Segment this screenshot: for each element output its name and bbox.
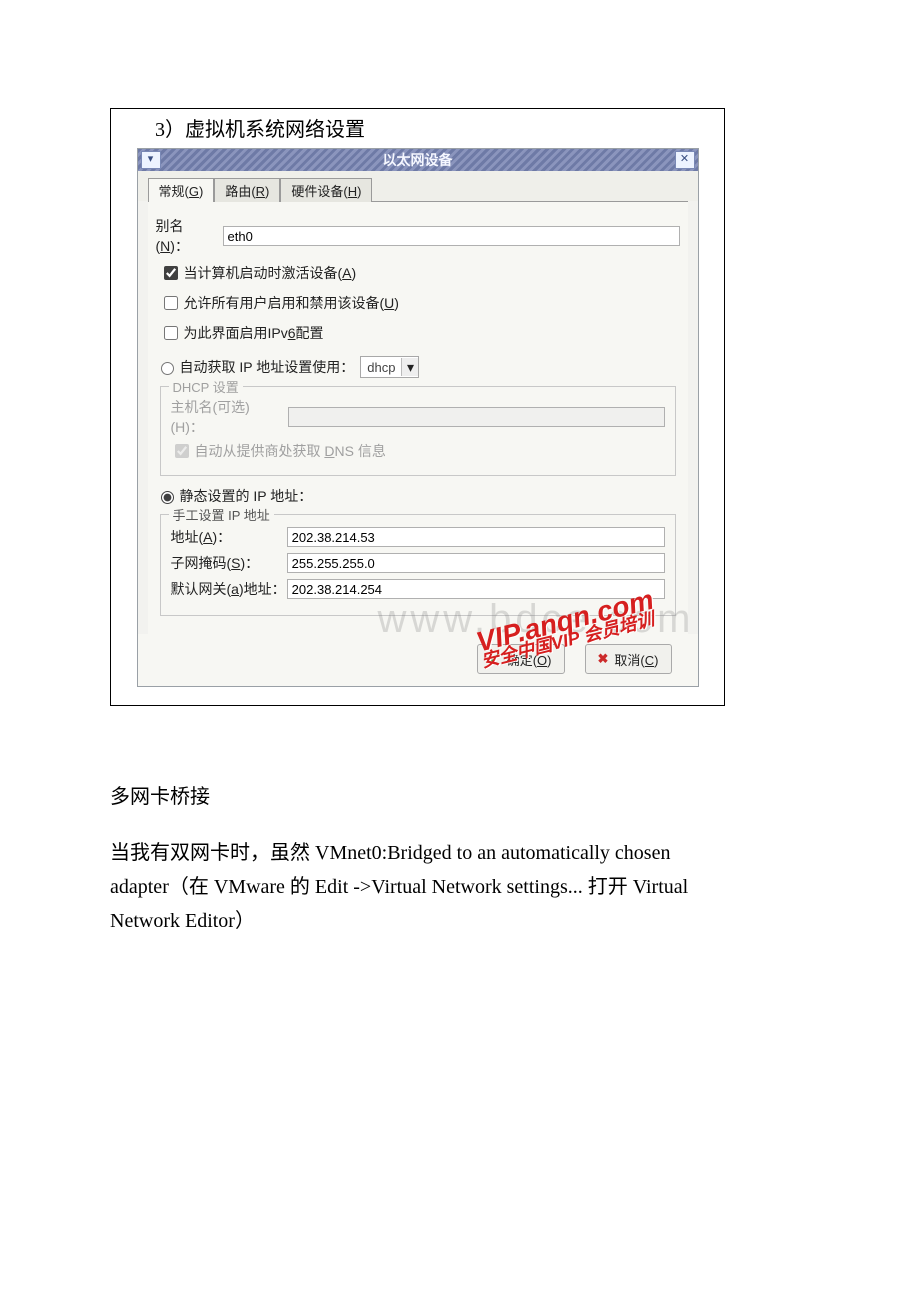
tab-label: 路由(R): [225, 184, 269, 199]
static-ip-label: 静态设置的 IP 地址：: [180, 486, 313, 506]
manual-ip-fieldset: 手工设置 IP 地址 地址(A)： 子网掩码(S)： 默认网关(a)地址：: [160, 514, 676, 616]
activate-on-boot-checkbox[interactable]: [164, 266, 178, 280]
close-button[interactable]: ✕: [675, 151, 695, 169]
tab-panel-general: 别名(N)： 当计算机启动时激活设备(A) 允许所有用户启用和禁用该设备(U) …: [148, 201, 688, 634]
dhcp-legend: DHCP 设置: [169, 377, 243, 396]
auto-dns-label: 自动从提供商处获取 DNS 信息: [195, 441, 386, 461]
tabs-bar: 常规(G) 路由(R) 硬件设备(H): [138, 171, 698, 201]
netmask-input[interactable]: [287, 553, 665, 573]
check-icon: ✔: [490, 651, 501, 667]
ok-label: 确定(O): [507, 650, 552, 669]
enable-ipv6-label: 为此界面启用IPv6配置: [184, 323, 324, 343]
chevron-down-icon: ▾: [148, 153, 154, 165]
dialog-titlebar: ▾ 以太网设备 ✕: [138, 149, 698, 171]
auto-ip-radio[interactable]: [161, 362, 174, 375]
cancel-label: 取消(C): [614, 650, 658, 669]
window-menu-button[interactable]: ▾: [141, 151, 161, 169]
auto-ip-select-value: dhcp: [361, 360, 401, 375]
dialog-buttons: ✔ 确定(O) ✖ 取消(C): [138, 634, 698, 686]
dhcp-fieldset: DHCP 设置 主机名(可选)(H)： 自动从提供商处获取 DNS 信息: [160, 386, 676, 476]
hostname-label: 主机名(可选)(H)：: [171, 397, 283, 437]
section-heading: 3）虚拟机系统网络设置: [155, 113, 724, 142]
document-region: 3）虚拟机系统网络设置 ▾ 以太网设备 ✕ 常规(G) 路由(R): [110, 108, 725, 706]
auto-ip-select[interactable]: dhcp ▾: [360, 356, 419, 378]
dialog-title: 以太网设备: [383, 150, 453, 170]
cancel-icon: ✖: [598, 651, 609, 667]
allow-all-users-checkbox[interactable]: [164, 296, 178, 310]
address-input[interactable]: [287, 527, 665, 547]
ethernet-device-dialog: ▾ 以太网设备 ✕ 常规(G) 路由(R) 硬件设备(H): [137, 148, 699, 687]
tab-label: 常规(G): [159, 184, 204, 199]
cancel-button[interactable]: ✖ 取消(C): [585, 644, 672, 674]
static-ip-radio[interactable]: [161, 491, 174, 504]
hostname-input: [288, 407, 664, 427]
chevron-down-icon: ▾: [401, 358, 418, 376]
tab-general[interactable]: 常规(G): [148, 178, 215, 202]
close-icon: ✕: [680, 153, 689, 165]
allow-all-users-label: 允许所有用户启用和禁用该设备(U): [184, 293, 399, 313]
alias-input[interactable]: [223, 226, 680, 246]
alias-label: 别名(N)：: [156, 216, 217, 256]
tab-route[interactable]: 路由(R): [214, 178, 280, 202]
address-label: 地址(A)：: [171, 527, 287, 547]
ok-button[interactable]: ✔ 确定(O): [477, 644, 565, 674]
enable-ipv6-checkbox[interactable]: [164, 326, 178, 340]
activate-on-boot-label: 当计算机启动时激活设备(A): [184, 263, 357, 283]
auto-dns-checkbox: [175, 444, 189, 458]
subheading: 多网卡桥接: [110, 780, 730, 814]
tab-label: 硬件设备(H): [291, 184, 361, 199]
netmask-label: 子网掩码(S)：: [171, 553, 287, 573]
auto-ip-label: 自动获取 IP 地址设置使用：: [180, 357, 355, 377]
tab-hardware[interactable]: 硬件设备(H): [280, 178, 372, 202]
manual-ip-legend: 手工设置 IP 地址: [169, 505, 274, 524]
gateway-label: 默认网关(a)地址：: [171, 579, 287, 599]
gateway-input[interactable]: [287, 579, 665, 599]
paragraph: 当我有双网卡时，虽然 VMnet0:Bridged to an automati…: [110, 836, 730, 938]
